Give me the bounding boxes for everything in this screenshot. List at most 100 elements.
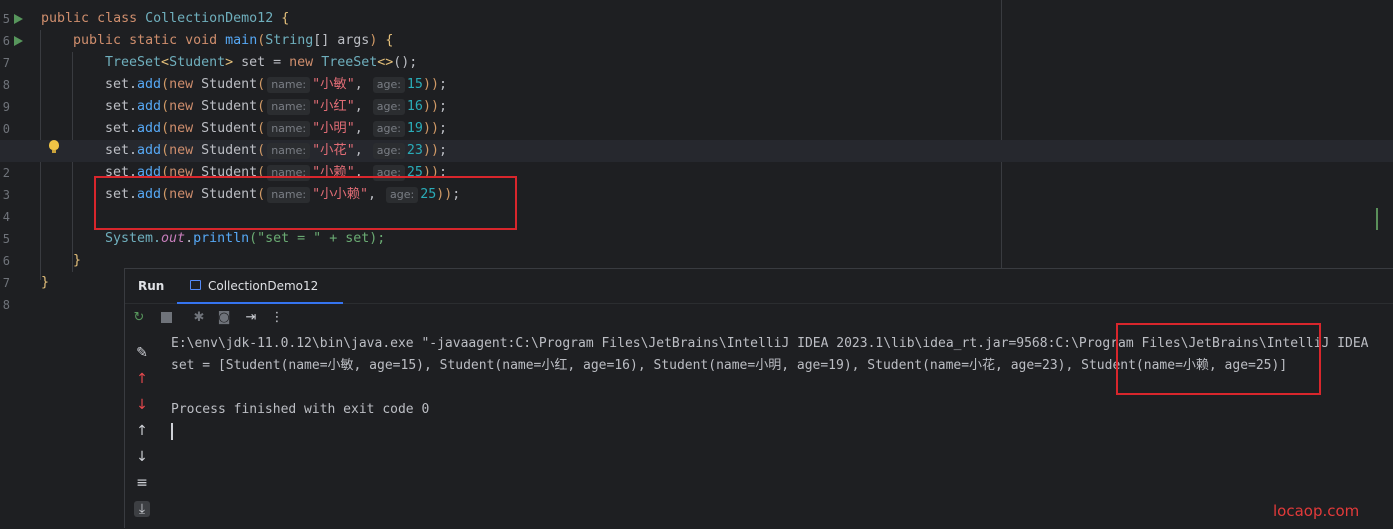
number-literal: 15 <box>406 77 423 92</box>
lightbulb-icon[interactable] <box>49 140 59 153</box>
type: Student <box>169 55 226 70</box>
code-line: set.add(new Student(name: "小花", age: 23)); <box>105 143 447 159</box>
code-line: TreeSet<Student> set = new TreeSet<>(); <box>105 52 417 74</box>
array-brackets: [] <box>313 33 330 48</box>
method-name: main <box>225 33 258 48</box>
more-icon[interactable]: ⋮ <box>269 310 285 326</box>
stop-icon[interactable] <box>158 310 174 326</box>
code-line: public static void main(String[] args) { <box>73 30 393 52</box>
run-main-icon[interactable] <box>14 36 23 46</box>
class-ref: Student <box>201 121 258 136</box>
param-hint: name: <box>267 121 311 137</box>
console-caret-line[interactable] <box>171 421 1393 443</box>
run-panel[interactable]: Run CollectionDemo12 ↻ ✱ ◙ ⇥ ⋮ ✎ ↑ ↓ ↑ ↓… <box>124 268 1393 528</box>
scroll-down-icon[interactable]: ↓ <box>134 449 150 465</box>
line-number: 2 <box>2 166 10 180</box>
line-number: 7 <box>2 276 10 290</box>
generic-bracket: > <box>225 55 234 70</box>
method-call: add <box>137 99 162 114</box>
keyword: new <box>169 77 194 92</box>
receiver: set. <box>105 99 138 114</box>
generic-bracket: < <box>161 55 170 70</box>
console-line: Process finished with exit code 0 <box>171 402 430 417</box>
param-hint: name: <box>267 143 311 159</box>
class-ref: System. <box>105 231 162 246</box>
line-number: 8 <box>2 78 10 92</box>
statement-end: (); <box>393 55 418 70</box>
println-args: ("set = " + set); <box>249 231 386 246</box>
debug-icon[interactable]: ✱ <box>191 310 207 326</box>
keyword: static <box>129 33 178 48</box>
scroll-to-end-icon[interactable]: ⤓ <box>134 501 150 517</box>
keyword: new <box>169 121 194 136</box>
param-hint: age: <box>372 99 405 115</box>
number-literal: 16 <box>406 99 423 114</box>
annotation-box <box>94 176 517 230</box>
restore-layout-icon[interactable]: ⇥ <box>243 310 259 326</box>
receiver: set. <box>105 77 138 92</box>
line-number: 6 <box>2 254 10 268</box>
dot: . <box>185 231 194 246</box>
line-number: 0 <box>2 122 10 136</box>
method-call: add <box>137 77 162 92</box>
receiver: set. <box>105 143 138 158</box>
line-number: 4 <box>2 210 10 224</box>
param-hint: age: <box>372 121 405 137</box>
screenshot-icon[interactable]: ◙ <box>216 310 232 326</box>
string-literal: "小敏" <box>312 77 355 92</box>
code-line: System.out.println("set = " + set); <box>105 228 385 250</box>
param-hint: name: <box>267 99 311 115</box>
console-icon <box>190 280 201 290</box>
line-number: 7 <box>2 56 10 70</box>
number-literal: 19 <box>406 121 423 136</box>
keyword: new <box>289 55 314 70</box>
variable: set = <box>233 55 290 70</box>
brace: } <box>41 275 50 290</box>
string-literal: "小红" <box>312 99 355 114</box>
class-ref: Student <box>201 77 258 92</box>
type: String <box>265 33 314 48</box>
console-side-toolbar: ✎ ↑ ↓ ↑ ↓ ≡ ⤓ <box>129 339 155 529</box>
tab-run[interactable]: Run <box>138 279 164 293</box>
code-line: } <box>41 272 49 294</box>
keyword: new <box>169 99 194 114</box>
code-line: } <box>73 250 81 272</box>
code-line: set.add(new Student(name: "小明", age: 19)); <box>105 121 447 137</box>
run-class-icon[interactable] <box>14 14 23 24</box>
type: TreeSet <box>321 55 378 70</box>
soft-wrap-icon[interactable]: ≡ <box>134 475 150 491</box>
param: args <box>329 33 370 48</box>
right-margin-guide <box>1001 0 1002 268</box>
indent-guide <box>72 52 73 272</box>
type: TreeSet <box>105 55 162 70</box>
gutter: 5 6 7 8 9 0 1 2 3 4 5 6 7 8 <box>0 0 36 527</box>
method-call: println <box>193 231 250 246</box>
string-literal: "小花" <box>312 143 355 158</box>
brace: { <box>281 11 290 26</box>
prev-error-icon[interactable]: ↑ <box>134 371 150 387</box>
tab-label: CollectionDemo12 <box>208 279 319 293</box>
code-line: set.add(new Student(name: "小红", age: 16)); <box>105 99 447 115</box>
rerun-icon[interactable]: ↻ <box>131 310 147 326</box>
change-marker <box>1376 208 1378 230</box>
next-error-icon[interactable]: ↓ <box>134 397 150 413</box>
scroll-up-icon[interactable]: ↑ <box>134 423 150 439</box>
param-hint: name: <box>267 77 311 93</box>
paren: ) <box>369 33 378 48</box>
method-call: add <box>137 121 162 136</box>
line-number: 9 <box>2 100 10 114</box>
line-number: 5 <box>2 232 10 246</box>
class-ref: Student <box>201 143 258 158</box>
brace: } <box>73 253 82 268</box>
brace: { <box>385 33 394 48</box>
clear-console-icon[interactable]: ✎ <box>134 345 150 361</box>
run-tabbar: Run CollectionDemo12 <box>125 269 1393 304</box>
class-ref: Student <box>201 99 258 114</box>
static-field: out <box>161 231 186 246</box>
param-hint: age: <box>372 143 405 159</box>
line-number: 3 <box>2 188 10 202</box>
text-caret <box>171 423 173 440</box>
watermark: locaop.com <box>1273 502 1360 520</box>
class-name: CollectionDemo12 <box>145 11 274 26</box>
tab-collectiondemo12[interactable]: CollectionDemo12 <box>177 269 343 304</box>
